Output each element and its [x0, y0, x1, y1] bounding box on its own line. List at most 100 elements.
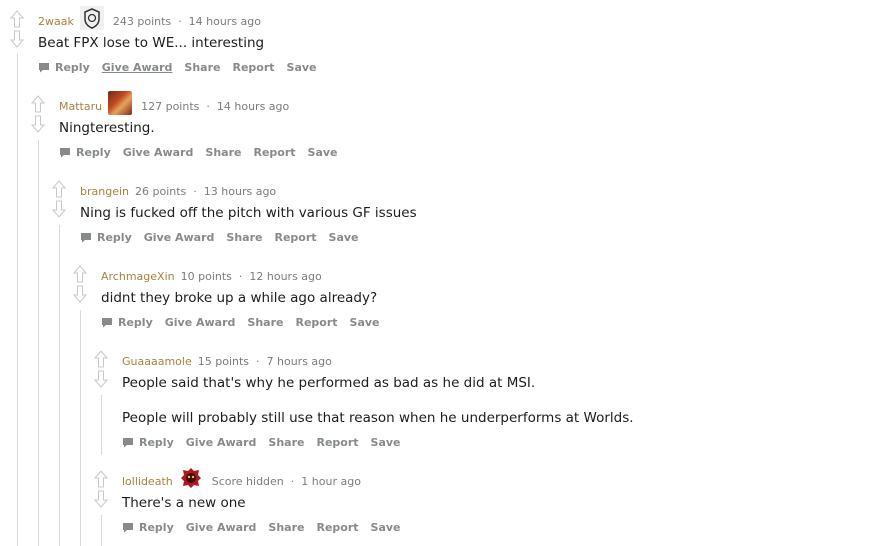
downvote-arrow-icon[interactable] — [93, 370, 109, 388]
thread-line-level-1[interactable] — [17, 54, 18, 546]
report-button[interactable]: Report — [316, 436, 358, 449]
action-bar: Reply Give Award Share Report Save — [101, 316, 392, 329]
thread-line-level-4[interactable] — [80, 310, 81, 546]
comment-meta: Guaaaamole 15 points · 7 hours ago — [122, 350, 332, 372]
save-button[interactable]: Save — [350, 316, 380, 329]
comment-text: didnt they broke up a while ago already? — [101, 290, 378, 306]
champion-portrait-icon — [108, 91, 133, 115]
comment-bubble-icon — [123, 523, 133, 533]
author-link[interactable]: Mattaru — [59, 100, 102, 113]
timestamp[interactable]: 14 hours ago — [217, 100, 289, 113]
save-button[interactable]: Save — [371, 521, 401, 534]
separator-dot: · — [238, 269, 243, 283]
downvote-arrow-icon[interactable] — [72, 285, 88, 303]
upvote-arrow-icon[interactable] — [72, 265, 88, 283]
author-link[interactable]: Guaaaamole — [122, 355, 192, 368]
save-button[interactable]: Save — [287, 61, 317, 74]
action-bar: Reply Give Award Share Report Save — [122, 436, 413, 449]
give-award-button[interactable]: Give Award — [144, 231, 215, 244]
give-award-button[interactable]: Give Award — [123, 146, 194, 159]
timestamp[interactable]: 7 hours ago — [267, 355, 332, 368]
thread-line-level-5[interactable] — [101, 395, 102, 455]
comment-body: Ning is fucked off the pitch with variou… — [80, 204, 417, 222]
comment-bubble-icon — [60, 148, 70, 158]
points: 15 points — [197, 354, 250, 368]
comment-meta: lollideath Score hidden · 1 hour ago — [122, 468, 361, 492]
upvote-arrow-icon[interactable] — [93, 470, 109, 488]
comment-meta: 2waak 243 points · 14 hours ago — [38, 6, 261, 32]
upvote-arrow-icon[interactable] — [9, 10, 25, 28]
comment-body: There's a new one — [122, 494, 246, 512]
save-button[interactable]: Save — [371, 436, 401, 449]
comment-bubble-icon — [39, 63, 49, 73]
comment-text: Beat FPX lose to WE... interesting — [38, 35, 265, 51]
reply-button[interactable]: Reply — [122, 521, 174, 534]
reply-button[interactable]: Reply — [80, 231, 132, 244]
action-bar: Reply Give Award Share Report Save — [122, 521, 413, 534]
reply-button[interactable]: Reply — [122, 436, 174, 449]
share-button[interactable]: Share — [226, 231, 262, 244]
share-button[interactable]: Share — [268, 436, 304, 449]
give-award-button[interactable]: Give Award — [186, 521, 257, 534]
comment-text: Ning is fucked off the pitch with variou… — [80, 205, 417, 221]
comment-meta: brangein 26 points · 13 hours ago — [80, 180, 276, 202]
author-link[interactable]: lollideath — [122, 475, 173, 488]
author-link[interactable]: ArchmageXin — [101, 270, 175, 283]
downvote-arrow-icon[interactable] — [9, 30, 25, 48]
separator-dot: · — [193, 184, 197, 198]
reply-button[interactable]: Reply — [101, 316, 153, 329]
give-award-button[interactable]: Give Award — [165, 316, 236, 329]
separator-dot: · — [256, 354, 260, 368]
upvote-arrow-icon[interactable] — [93, 350, 109, 368]
timestamp[interactable]: 14 hours ago — [189, 15, 261, 28]
timestamp[interactable]: 1 hour ago — [301, 475, 361, 488]
share-button[interactable]: Share — [268, 521, 304, 534]
report-button[interactable]: Report — [295, 316, 337, 329]
comment-body: People said that's why he performed as b… — [122, 374, 535, 392]
upvote-arrow-icon[interactable] — [51, 180, 67, 198]
separator-dot: · — [178, 14, 182, 28]
report-button[interactable]: Report — [232, 61, 274, 74]
g2-esports-logo-icon — [79, 6, 104, 30]
separator-dot: · — [290, 474, 295, 488]
comment-body: Beat FPX lose to WE... interesting — [38, 34, 264, 52]
give-award-button[interactable]: Give Award — [102, 61, 173, 74]
timestamp[interactable]: 13 hours ago — [204, 185, 276, 198]
downvote-arrow-icon[interactable] — [30, 115, 46, 133]
comment-meta: ArchmageXin 10 points · 12 hours ago — [101, 265, 322, 287]
points: 26 points — [135, 184, 187, 198]
comment-bubble-icon — [102, 318, 112, 328]
report-button[interactable]: Report — [316, 521, 358, 534]
author-link[interactable]: brangein — [80, 185, 129, 198]
downvote-arrow-icon[interactable] — [93, 490, 109, 508]
points: 10 points — [180, 269, 232, 283]
action-bar: Reply Give Award Share Report Save — [38, 61, 329, 74]
timestamp[interactable]: 12 hours ago — [249, 270, 321, 283]
reply-button[interactable]: Reply — [59, 146, 111, 159]
comment-text: There's a new one — [122, 495, 246, 511]
thread-line-level-5b[interactable] — [101, 515, 102, 546]
thread-line-level-2[interactable] — [38, 140, 39, 546]
red-team-logo-icon — [179, 466, 203, 490]
downvote-arrow-icon[interactable] — [51, 200, 67, 218]
share-button[interactable]: Share — [205, 146, 241, 159]
report-button[interactable]: Report — [274, 231, 316, 244]
thread-line-level-3[interactable] — [59, 225, 60, 546]
comment-text: People will probably still use that reas… — [122, 410, 634, 426]
give-award-button[interactable]: Give Award — [186, 436, 257, 449]
points: 243 points — [112, 14, 172, 28]
share-button[interactable]: Share — [247, 316, 283, 329]
comment-text: People said that's why he performed as b… — [122, 375, 536, 391]
share-button[interactable]: Share — [184, 61, 220, 74]
comment-body: Ningteresting. — [59, 119, 155, 137]
reply-button[interactable]: Reply — [38, 61, 90, 74]
author-link[interactable]: 2waak — [38, 15, 74, 28]
comment-bubble-icon — [123, 438, 133, 448]
comment-text: Ningteresting. — [59, 120, 155, 136]
save-button[interactable]: Save — [329, 231, 359, 244]
action-bar: Reply Give Award Share Report Save — [59, 146, 350, 159]
upvote-arrow-icon[interactable] — [30, 95, 46, 113]
report-button[interactable]: Report — [253, 146, 295, 159]
comment-meta: Mattaru 127 points · 14 hours ago — [59, 91, 289, 117]
save-button[interactable]: Save — [308, 146, 338, 159]
